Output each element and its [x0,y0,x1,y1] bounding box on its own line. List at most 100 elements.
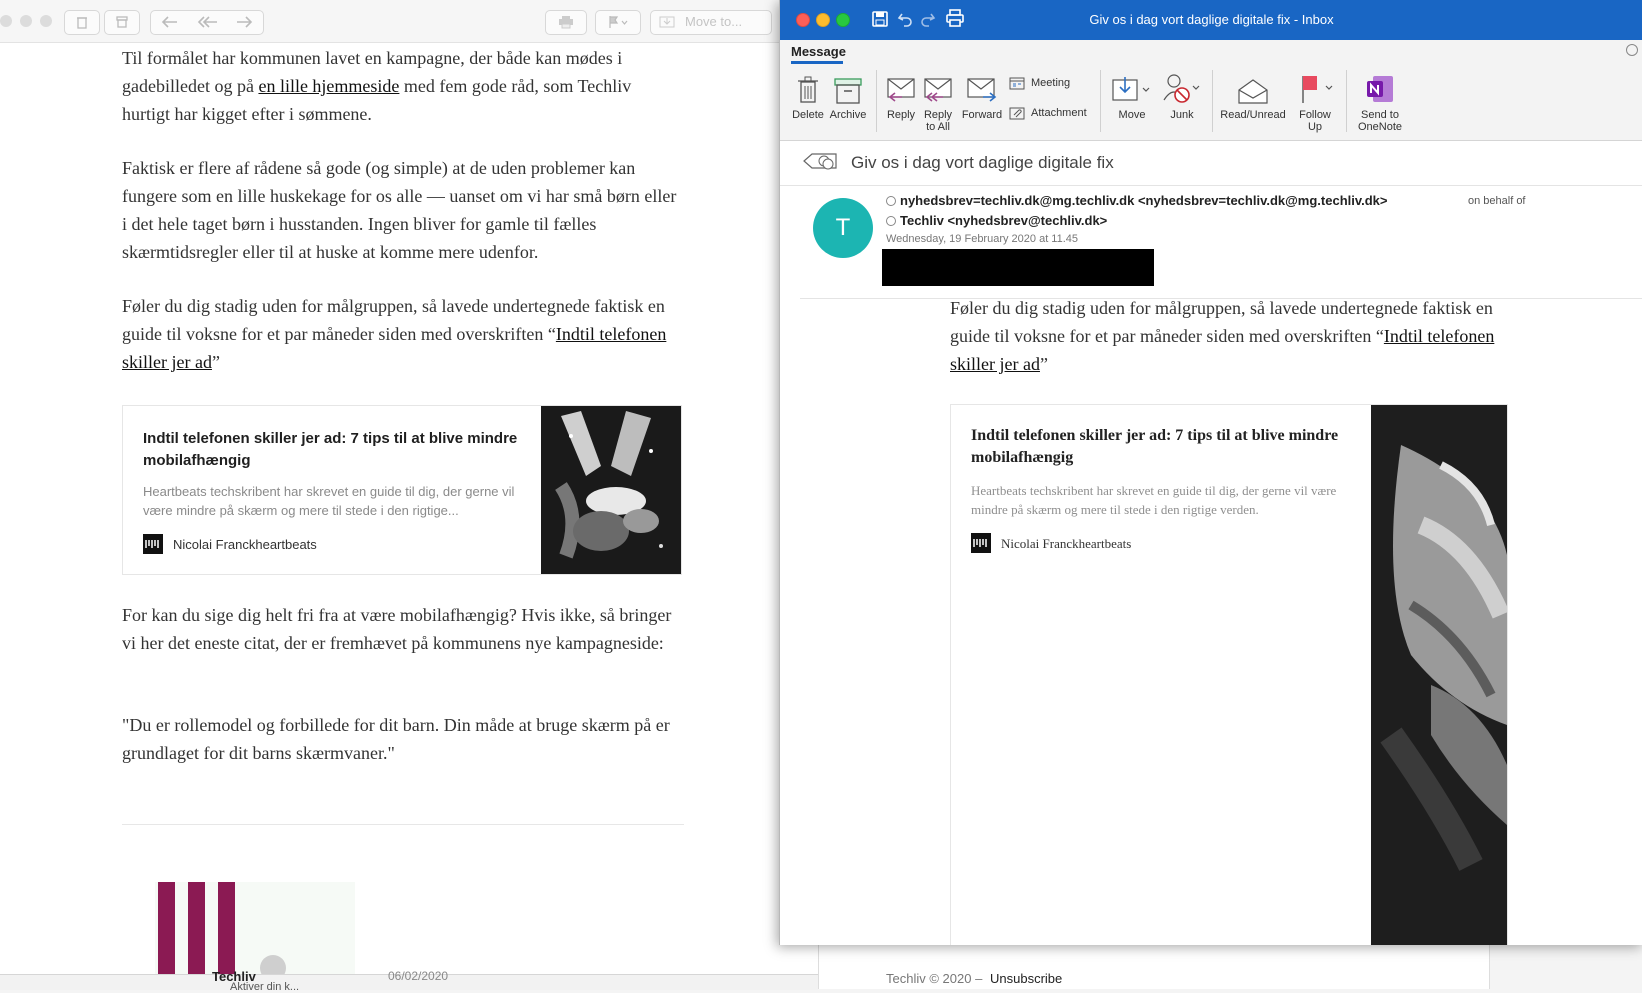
forward-label: Forward [961,109,1003,121]
follow-up-label-2: Up [1307,121,1323,133]
attachment-icon [1009,107,1025,120]
conversation-icon[interactable] [802,152,838,174]
meeting-button[interactable]: Meeting [1009,76,1070,90]
list-preview: Aktiver din k... [230,981,300,993]
delete-button[interactable]: Delete [790,70,826,121]
sender-avatar[interactable]: T [813,198,873,258]
quote-mark: “ [547,324,556,344]
article-paragraph-4: For kan du sige dig helt fri fra at være… [122,605,672,653]
reply-all-arrow-icon[interactable] [197,15,219,29]
archive-box-icon [116,16,128,28]
printer-icon [559,16,573,29]
article-body: Til formålet har kommunen lavet en kampa… [122,44,682,372]
junk-label: Junk [1170,109,1194,121]
reply-arrow-icon[interactable] [161,15,179,29]
message-subject: Giv os i dag vort daglige digitale fix [851,153,1114,172]
attachment-button[interactable]: Attachment [1009,106,1087,120]
reply-all-label-2: to All [926,121,950,133]
forward-envelope-icon [967,78,997,102]
body-paragraph: Føler du dig stadig uden for målgruppen,… [950,294,1510,378]
message-date: Wednesday, 19 February 2020 at 11.45 [886,233,1079,245]
ribbon-separator [1346,70,1347,132]
archive-button[interactable] [104,10,140,35]
avatar-circle [260,955,286,974]
message-list-strip: Techliv 06/02/2020 Aktiver din k... [0,969,818,993]
on-behalf-label: on behalf of [1468,195,1526,207]
heartbeats-logo-icon [971,533,991,553]
move-to-button[interactable]: Move to... [650,10,772,35]
article-body-lower: For kan du sige dig helt fri fra at være… [122,601,682,763]
article-link-card[interactable]: Indtil telefonen skiller jer ad: 7 tips … [950,404,1508,945]
reply-button[interactable]: Reply [884,70,918,121]
archive-label: Archive [829,109,867,121]
subject-bar: Giv os i dag vort daglige digitale fix [780,141,1642,186]
move-to-label: Move to... [685,14,743,29]
mail-window: Move to... Til formålet har kommunen lav… [0,0,819,974]
mail-toolbar: Move to... [0,0,818,43]
flag-icon [1302,76,1333,103]
onenote-label-1: Send to [1361,109,1399,121]
archive-button[interactable]: Archive [827,70,869,121]
close-window-button[interactable] [0,15,12,27]
forward-arrow-icon[interactable] [235,15,253,29]
read-unread-button[interactable]: Read/Unread [1218,70,1288,121]
card-thumbnail-image [541,406,681,574]
reply-all-label-1: Reply [923,109,953,121]
sender-address[interactable]: Techliv <nyhedsbrev@techliv.dk> [900,213,1107,228]
calendar-icon [1009,77,1025,90]
follow-up-button[interactable]: Follow Up [1290,70,1340,133]
trash-icon [798,76,818,103]
trash-button[interactable] [64,10,100,35]
tab-message[interactable]: Message [791,44,846,59]
quote-mark: “ [1375,326,1384,346]
ribbon-separator [1100,70,1101,132]
divider [122,824,684,825]
zoom-window-button[interactable] [40,15,52,27]
flag-icon [609,16,628,28]
card-description: Heartbeats techskribent har skrevet en g… [971,483,1337,517]
article-paragraph-2: Faktisk er flere af rådene så gode (og s… [122,158,677,262]
underlying-footer: Techliv © 2020 – Unsubscribe [818,945,1642,989]
print-button[interactable] [545,10,587,35]
open-envelope-icon [1238,79,1268,104]
hjemmeside-link[interactable]: en lille hjemmeside [258,76,399,96]
card-title: Indtil telefonen skiller jer ad: 7 tips … [143,430,518,469]
tray-icon [659,16,675,28]
message-header: T nyhedsbrev=techliv.dk@mg.techliv.dk <n… [800,186,1642,299]
article-quote-paragraph: "Du er rollemodel og forbillede for dit … [122,715,670,763]
reply-envelope-icon [887,78,915,102]
quote-mark: ” [211,352,220,372]
reply-group [150,10,264,35]
move-button[interactable]: Move [1110,70,1154,121]
attachment-label: Attachment [1031,107,1087,119]
junk-button[interactable]: Junk [1160,70,1204,121]
forward-button[interactable]: Forward [960,70,1004,121]
ribbon-separator [876,70,877,132]
message-body: Føler du dig stadig uden for målgruppen,… [950,294,1510,378]
ribbon: Delete Archive Reply Reply to All Forwar… [780,64,1642,141]
reply-label: Reply [886,109,916,121]
article-paragraph-1: Til formålet har kommunen lavet en kampa… [122,44,682,126]
heartbeats-logo-icon [143,534,163,554]
article-link-card[interactable]: Indtil telefonen skiller jer ad: 7 tips … [122,405,682,575]
minimize-window-button[interactable] [20,15,32,27]
send-to-onenote-button[interactable]: Send to OneNote [1352,70,1408,133]
onenote-label-2: OneNote [1357,121,1403,133]
junk-person-icon [1163,74,1200,103]
from-address[interactable]: nyhedsbrev=techliv.dk@mg.techliv.dk <nyh… [900,193,1388,208]
techliv-logo-area [155,882,355,974]
redacted-recipients [882,249,1154,286]
trash-icon [77,17,87,29]
flag-button[interactable] [595,10,641,35]
card-thumbnail-image [1371,405,1507,945]
reply-all-button[interactable]: Reply to All [921,70,955,133]
move-label: Move [1118,109,1146,121]
techliv-logo-icon [158,882,235,974]
delete-label: Delete [792,109,824,121]
archive-box-icon [834,78,862,104]
window-titlebar: Giv os i dag vort daglige digitale fix -… [780,0,1642,40]
list-date: 06/02/2020 [388,969,449,983]
ribbon-collapse-icon[interactable] [1626,44,1638,56]
unsubscribe-link[interactable]: Unsubscribe [990,971,1062,986]
reply-all-envelope-icon [924,78,952,102]
